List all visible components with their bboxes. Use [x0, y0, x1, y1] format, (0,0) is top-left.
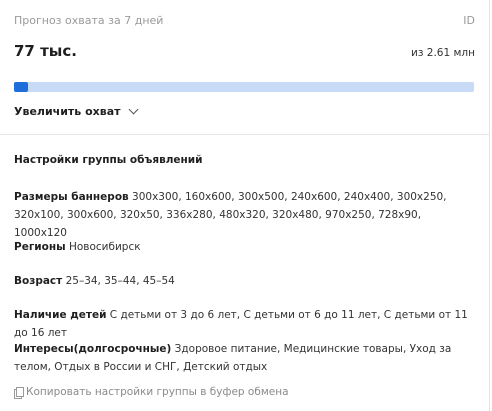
reach-total: из 2.61 млн	[411, 47, 475, 59]
increase-reach-label: Увеличить охват	[14, 105, 121, 118]
banner-sizes-row: Размеры баннеров 300x300, 160x600, 300x5…	[14, 188, 476, 242]
regions-label: Регионы	[14, 241, 66, 253]
reach-forecast-panel: Прогноз охвата за 7 дней ID 77 тыс. из 2…	[0, 0, 490, 411]
regions-row: Регионы Новосибирск	[14, 238, 476, 256]
id-label: ID	[463, 14, 475, 27]
children-label: Наличие детей	[14, 309, 107, 321]
reach-progress-bar	[14, 82, 474, 92]
interests-label: Интересы(долгосрочные)	[14, 343, 172, 355]
children-row: Наличие детей С детьми от 3 до 6 лет, С …	[14, 306, 476, 342]
reach-progress-fill	[14, 82, 28, 92]
settings-title: Настройки группы объявлений	[14, 154, 203, 166]
age-row: Возраст 25–34, 35–44, 45–54	[14, 272, 476, 290]
forecast-title: Прогноз охвата за 7 дней	[14, 14, 164, 27]
copy-settings-link[interactable]: Копировать настройки группы в буфер обме…	[14, 386, 289, 399]
copy-settings-label: Копировать настройки группы в буфер обме…	[26, 386, 289, 398]
regions-value: Новосибирск	[68, 241, 141, 253]
divider	[0, 134, 489, 135]
copy-icon	[14, 386, 24, 399]
age-label: Возраст	[14, 275, 63, 287]
increase-reach-button[interactable]: Увеличить охват	[14, 104, 138, 118]
age-value: 25–34, 35–44, 45–54	[65, 275, 175, 287]
banner-sizes-label: Размеры баннеров	[14, 191, 129, 203]
reach-value: 77 тыс.	[14, 42, 77, 60]
interests-row: Интересы(долгосрочные) Здоровое питание,…	[14, 340, 476, 376]
chevron-down-icon	[128, 104, 138, 115]
